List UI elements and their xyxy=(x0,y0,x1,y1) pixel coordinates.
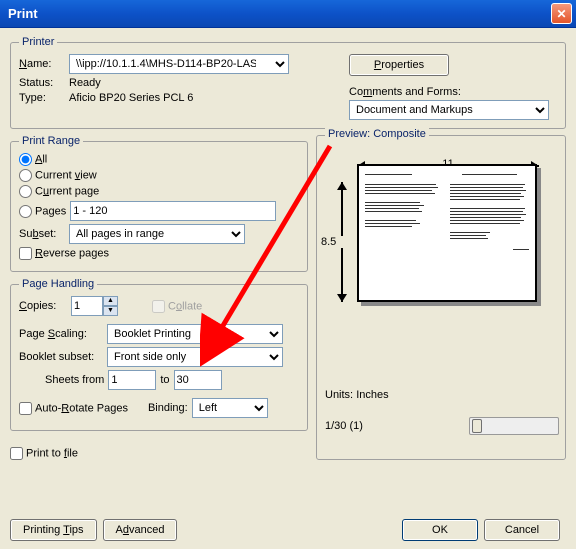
sheet-counter: 1/30 (1) xyxy=(325,420,363,432)
print-range-group: Print Range All Current view Current pag… xyxy=(10,135,308,272)
pages-input[interactable] xyxy=(70,201,276,221)
booklet-subset-select[interactable]: Front side only xyxy=(107,347,283,367)
collate-checkbox: Collate xyxy=(152,300,202,313)
ok-button[interactable]: OK xyxy=(402,519,478,541)
dialog-body: Printer Name: \\ipp://10.1.1.4\MHS-D114-… xyxy=(0,28,576,549)
binding-select[interactable]: Left xyxy=(192,398,268,418)
close-button[interactable]: ✕ xyxy=(551,3,572,24)
radio-current-page[interactable]: Current page xyxy=(19,185,99,198)
title-bar: Print ✕ xyxy=(0,0,576,28)
printer-group: Printer Name: \\ipp://10.1.1.4\MHS-D114-… xyxy=(10,36,566,129)
preview-title: Preview: Composite xyxy=(325,128,429,140)
name-label: Name: xyxy=(19,58,65,70)
status-value: Ready xyxy=(69,77,101,89)
sheet-slider[interactable] xyxy=(469,417,559,435)
auto-rotate-checkbox[interactable]: Auto-Rotate Pages xyxy=(19,402,128,415)
printer-name-select[interactable]: \\ipp://10.1.1.4\MHS-D114-BP20-LASER xyxy=(69,54,289,74)
radio-all[interactable]: All xyxy=(19,153,47,166)
advanced-button[interactable]: Advanced xyxy=(103,519,178,541)
radio-pages[interactable]: Pages xyxy=(19,205,66,218)
to-label: to xyxy=(160,374,169,386)
page-handling-group: Page Handling Copies: ▲▼ Collate Page Sc… xyxy=(10,278,308,431)
comments-label: Comments and Forms: xyxy=(349,86,557,98)
print-to-file-checkbox[interactable]: Print to file xyxy=(10,447,78,460)
preview-page xyxy=(357,164,537,302)
binding-label: Binding: xyxy=(148,402,188,414)
page-scaling-label: Page Scaling: xyxy=(19,328,103,340)
sheets-from-label: Sheets from xyxy=(45,374,104,386)
type-label: Type: xyxy=(19,92,65,104)
reverse-pages-checkbox[interactable]: Reverse pages xyxy=(19,247,109,260)
subset-select[interactable]: All pages in range xyxy=(69,224,245,244)
status-label: Status: xyxy=(19,77,65,89)
type-value: Aficio BP20 Series PCL 6 xyxy=(69,92,193,104)
sheets-to-input[interactable] xyxy=(174,370,222,390)
units-row: Units: Inches xyxy=(325,389,389,401)
print-range-legend: Print Range xyxy=(19,135,83,147)
preview-group: Preview: Composite 11 8.5 xyxy=(316,135,566,460)
properties-button[interactable]: Properties xyxy=(349,54,449,76)
page-scaling-select[interactable]: Booklet Printing xyxy=(107,324,283,344)
cancel-button[interactable]: Cancel xyxy=(484,519,560,541)
printing-tips-button[interactable]: Printing Tips xyxy=(10,519,97,541)
sheets-from-input[interactable] xyxy=(108,370,156,390)
copies-stepper[interactable]: ▲▼ xyxy=(71,296,118,316)
page-handling-legend: Page Handling xyxy=(19,278,97,290)
booklet-subset-label: Booklet subset: xyxy=(19,351,103,363)
radio-current-view[interactable]: Current view xyxy=(19,169,97,182)
comments-select[interactable]: Document and Markups xyxy=(349,100,549,120)
dim-height: 8.5 xyxy=(337,182,351,302)
printer-legend: Printer xyxy=(19,36,57,48)
window-title: Print xyxy=(8,6,38,21)
subset-label: Subset: xyxy=(19,228,65,240)
copies-label: Copies: xyxy=(19,300,67,312)
